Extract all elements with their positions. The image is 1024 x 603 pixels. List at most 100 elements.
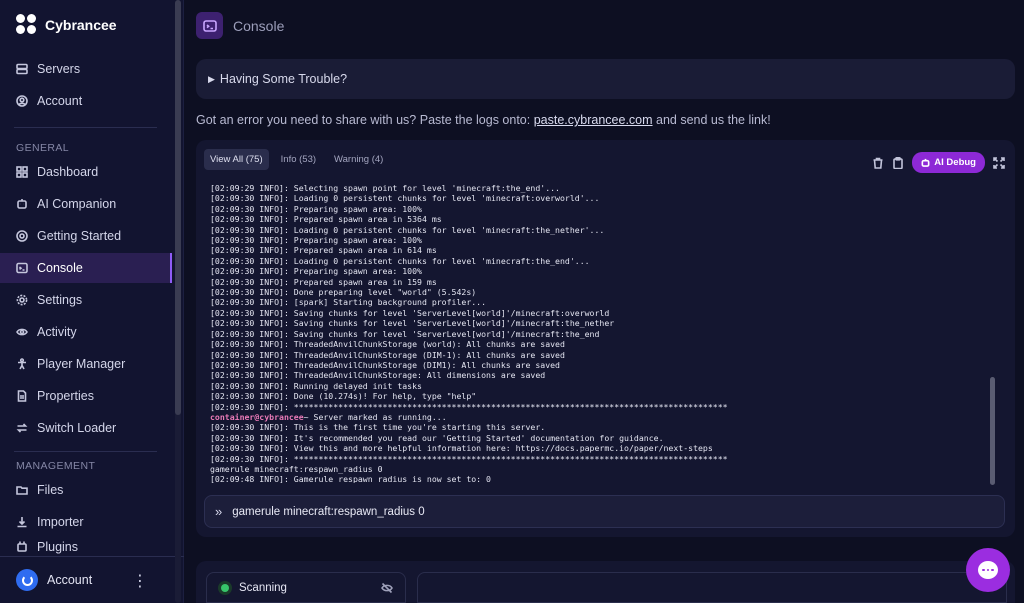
trouble-label: Having Some Trouble? (219, 72, 348, 86)
paste-link[interactable]: paste.cybrancee.com (534, 113, 653, 127)
account-label: Account (47, 573, 93, 587)
power-icon (21, 574, 33, 586)
log-line: [02:09:30 INFO]: Done (10.274s)! For hel… (210, 391, 477, 402)
sidebar-item-files[interactable]: Files (0, 475, 172, 505)
terminal-icon (16, 262, 28, 274)
sidebar-item-account[interactable]: Account (0, 86, 172, 116)
log-filter-tabs: View All (75) Info (53) Warning (4) (204, 149, 389, 170)
gear-icon (16, 294, 28, 306)
share-suffix: and send us the link! (656, 113, 771, 127)
swap-icon (16, 423, 28, 433)
log-line: [02:09:30 INFO]: Loading 0 persistent ch… (210, 193, 600, 204)
kebab-menu-icon[interactable]: ⋮ (132, 571, 148, 591)
scanning-card[interactable]: Scanning (206, 572, 406, 603)
log-line: [02:09:30 INFO]: Preparing spawn area: 1… (210, 203, 422, 214)
sidebar-item-getting-started[interactable]: Getting Started (0, 221, 172, 251)
console-log-output: [02:09:29 INFO]: Selecting spawn point f… (206, 183, 991, 483)
share-logs-text: Got an error you need to share with us? … (196, 113, 771, 127)
sidebar-divider (14, 127, 157, 128)
sidebar-item-label: Dashboard (37, 165, 99, 179)
sidebar-item-label: Switch Loader (37, 421, 117, 435)
scanning-label: Scanning (239, 581, 287, 594)
log-line: [02:09:30 INFO]: ThreadedAnvilChunkStora… (210, 339, 565, 350)
sidebar-item-activity[interactable]: Activity (0, 317, 172, 347)
sidebar-item-label: Servers (37, 62, 81, 76)
section-label-management: MANAGEMENT (16, 460, 96, 472)
sidebar-item-label: Account (37, 94, 83, 108)
sidebar-item-label: Files (37, 483, 64, 497)
log-line: [02:09:30 INFO]: Preparing spawn area: 1… (210, 266, 422, 277)
sidebar-item-importer[interactable]: Importer (0, 507, 172, 537)
eye-icon (16, 328, 28, 336)
server-status-panel: Scanning (196, 561, 1015, 603)
section-label-general: GENERAL (16, 142, 69, 154)
chat-widget-button[interactable] (966, 548, 1010, 592)
command-input-bar[interactable]: » (204, 495, 1005, 528)
tab-info[interactable]: Info (53) (275, 149, 322, 170)
page-header: Console (196, 12, 284, 39)
status-dot (221, 583, 229, 592)
log-line: [02:09:30 INFO]: Loading 0 persistent ch… (210, 224, 605, 235)
log-line: [02:09:30 INFO]: It's recommended you re… (210, 432, 664, 443)
log-line: [02:09:30 INFO]: Saving chunks for level… (210, 307, 610, 318)
console-panel: View All (75) Info (53) Warning (4) AI D… (196, 140, 1015, 537)
chevron-double-right-icon: » (215, 504, 223, 519)
brand-logo[interactable]: Cybrancee (16, 14, 117, 35)
sidebar-item-ai-companion[interactable]: AI Companion (0, 189, 172, 219)
sidebar-item-player-manager[interactable]: Player Manager (0, 349, 172, 379)
sidebar-item-switch-loader[interactable]: Switch Loader (0, 413, 172, 443)
log-line: [02:09:30 INFO]: Prepared spawn area in … (210, 276, 437, 287)
log-line: [02:09:30 INFO]: ThreadedAnvilChunkStora… (210, 370, 546, 381)
tab-warning[interactable]: Warning (4) (328, 149, 389, 170)
page-title: Console (233, 17, 285, 34)
sidebar-item-label: Activity (37, 325, 77, 339)
log-line: [02:09:30 INFO]: ***********************… (210, 401, 728, 412)
account-icon (16, 95, 28, 107)
eye-off-icon[interactable] (381, 582, 393, 597)
log-line: container@cybrancee~ Server marked as ru… (210, 412, 991, 422)
sidebar-item-properties[interactable]: Properties (0, 381, 172, 411)
log-line: [02:09:30 INFO]: Prepared spawn area in … (210, 245, 437, 256)
console-scrollbar-thumb[interactable] (990, 377, 995, 485)
stats-card (417, 572, 1007, 603)
terminal-icon (196, 12, 223, 39)
sidebar-scrollbar-thumb[interactable] (175, 0, 181, 415)
log-line: [02:09:30 INFO]: Running delayed init ta… (210, 380, 422, 391)
log-line: [02:09:30 INFO]: View this and more help… (210, 443, 713, 454)
console-toolbar: AI Debug (872, 152, 1005, 173)
tab-view-all[interactable]: View All (75) (204, 149, 269, 170)
ai-debug-button[interactable]: AI Debug (912, 152, 985, 173)
clipboard-icon[interactable] (892, 156, 904, 169)
log-line: [02:09:30 INFO]: ThreadedAnvilChunkStora… (210, 349, 565, 360)
plugin-icon (17, 541, 27, 552)
sidebar-item-label: Console (37, 261, 83, 275)
trouble-disclosure[interactable]: ▶ Having Some Trouble? (196, 59, 1015, 99)
log-line: [02:09:30 INFO]: [spark] Starting backgr… (210, 297, 487, 308)
brand-name: Cybrancee (45, 16, 117, 33)
sidebar-item-plugins[interactable]: Plugins (0, 538, 172, 556)
command-input[interactable] (232, 505, 953, 518)
sidebar-item-label: Player Manager (37, 357, 126, 371)
robot-icon (921, 158, 930, 167)
sidebar-item-settings[interactable]: Settings (0, 285, 172, 315)
sidebar-item-label: Settings (37, 293, 83, 307)
ai-companion-icon (17, 199, 27, 209)
trash-icon[interactable] (872, 157, 884, 169)
log-line: [02:09:30 INFO]: Loading 0 persistent ch… (210, 255, 590, 266)
expand-icon[interactable] (993, 156, 1005, 169)
lifebuoy-icon (16, 230, 28, 242)
chat-icon (978, 561, 998, 579)
sidebar-item-label: Importer (37, 515, 84, 529)
sidebar-item-console[interactable]: Console (0, 253, 172, 283)
log-line: [02:09:48 INFO]: Gamerule respawn_radius… (210, 474, 491, 483)
log-line: [02:09:29 INFO]: Selecting spawn point f… (210, 183, 560, 193)
person-icon (18, 358, 26, 370)
sidebar-item-label: Getting Started (37, 229, 122, 243)
triangle-right-icon: ▶ (208, 73, 215, 84)
sidebar-item-dashboard[interactable]: Dashboard (0, 157, 172, 187)
account-menu[interactable]: Account ⋮ (0, 556, 184, 603)
servers-icon (16, 63, 28, 75)
sidebar-item-servers[interactable]: Servers (0, 54, 172, 84)
avatar (16, 569, 38, 591)
dashboard-icon (16, 166, 28, 178)
